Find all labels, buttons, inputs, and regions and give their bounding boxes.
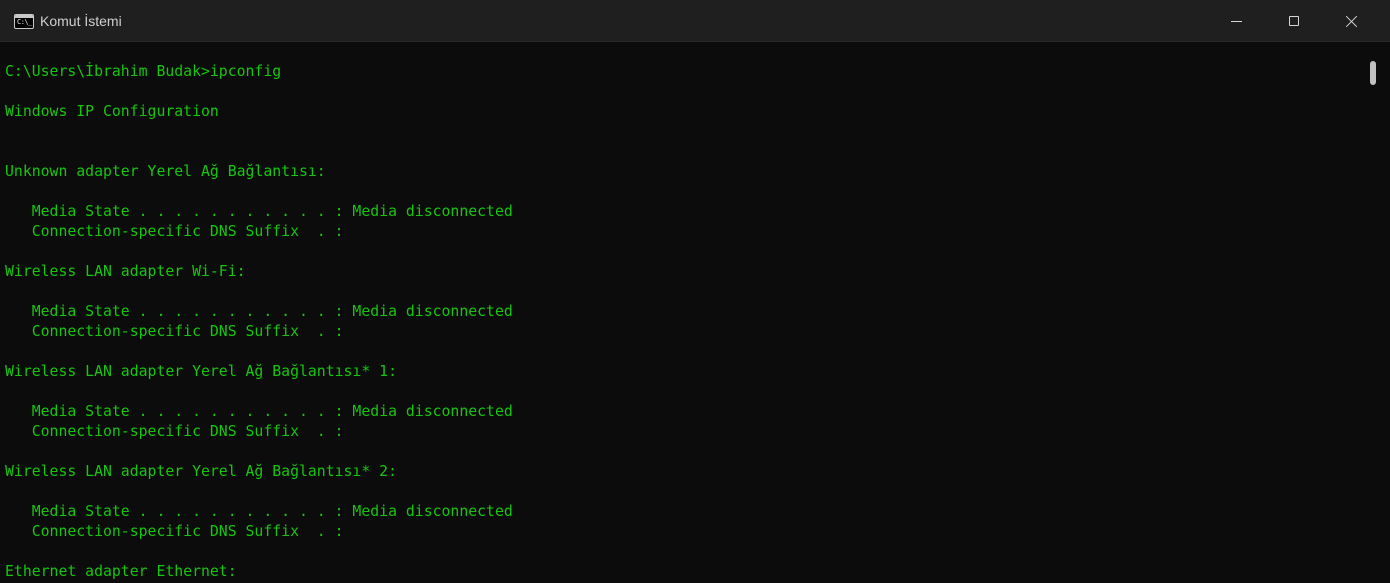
vertical-scrollbar[interactable] bbox=[1362, 42, 1390, 583]
console-line: Windows IP Configuration bbox=[5, 103, 219, 120]
console-line: Connection-specific DNS Suffix . : bbox=[5, 523, 344, 540]
minimize-button[interactable] bbox=[1208, 0, 1266, 42]
console-line: Media State . . . . . . . . . . . : Medi… bbox=[5, 303, 513, 320]
close-icon bbox=[1346, 15, 1358, 27]
title-bar[interactable]: C:\_ Komut İstemi bbox=[0, 0, 1390, 42]
maximize-button[interactable] bbox=[1266, 0, 1324, 42]
console-line: Media State . . . . . . . . . . . : Medi… bbox=[5, 503, 513, 520]
console-line: Ethernet adapter Ethernet: bbox=[5, 563, 237, 580]
cmd-icon: C:\_ bbox=[14, 14, 34, 29]
console-line: Wireless LAN adapter Yerel Ağ Bağlantısı… bbox=[5, 363, 397, 380]
scrollbar-thumb[interactable] bbox=[1370, 61, 1376, 85]
close-button[interactable] bbox=[1324, 0, 1382, 42]
console-line: Media State . . . . . . . . . . . : Medi… bbox=[5, 403, 513, 420]
command-prompt-window: C:\_ Komut İstemi C:\Users\İbrahim Budak… bbox=[0, 0, 1390, 583]
console-line: Media State . . . . . . . . . . . : Medi… bbox=[5, 203, 513, 220]
console-line: C:\Users\İbrahim Budak>ipconfig bbox=[5, 63, 282, 80]
console-line: Unknown adapter Yerel Ağ Bağlantısı: bbox=[5, 163, 326, 180]
minimize-icon bbox=[1231, 21, 1242, 22]
console-line: Wireless LAN adapter Wi-Fi: bbox=[5, 263, 246, 280]
console-output[interactable]: C:\Users\İbrahim Budak>ipconfig Windows … bbox=[0, 42, 1362, 583]
console-line: Connection-specific DNS Suffix . : bbox=[5, 323, 344, 340]
console-line: Wireless LAN adapter Yerel Ağ Bağlantısı… bbox=[5, 463, 397, 480]
console-line: Connection-specific DNS Suffix . : bbox=[5, 423, 344, 440]
console-line: Connection-specific DNS Suffix . : bbox=[5, 223, 344, 240]
window-title: Komut İstemi bbox=[40, 13, 122, 29]
maximize-icon bbox=[1289, 16, 1299, 26]
